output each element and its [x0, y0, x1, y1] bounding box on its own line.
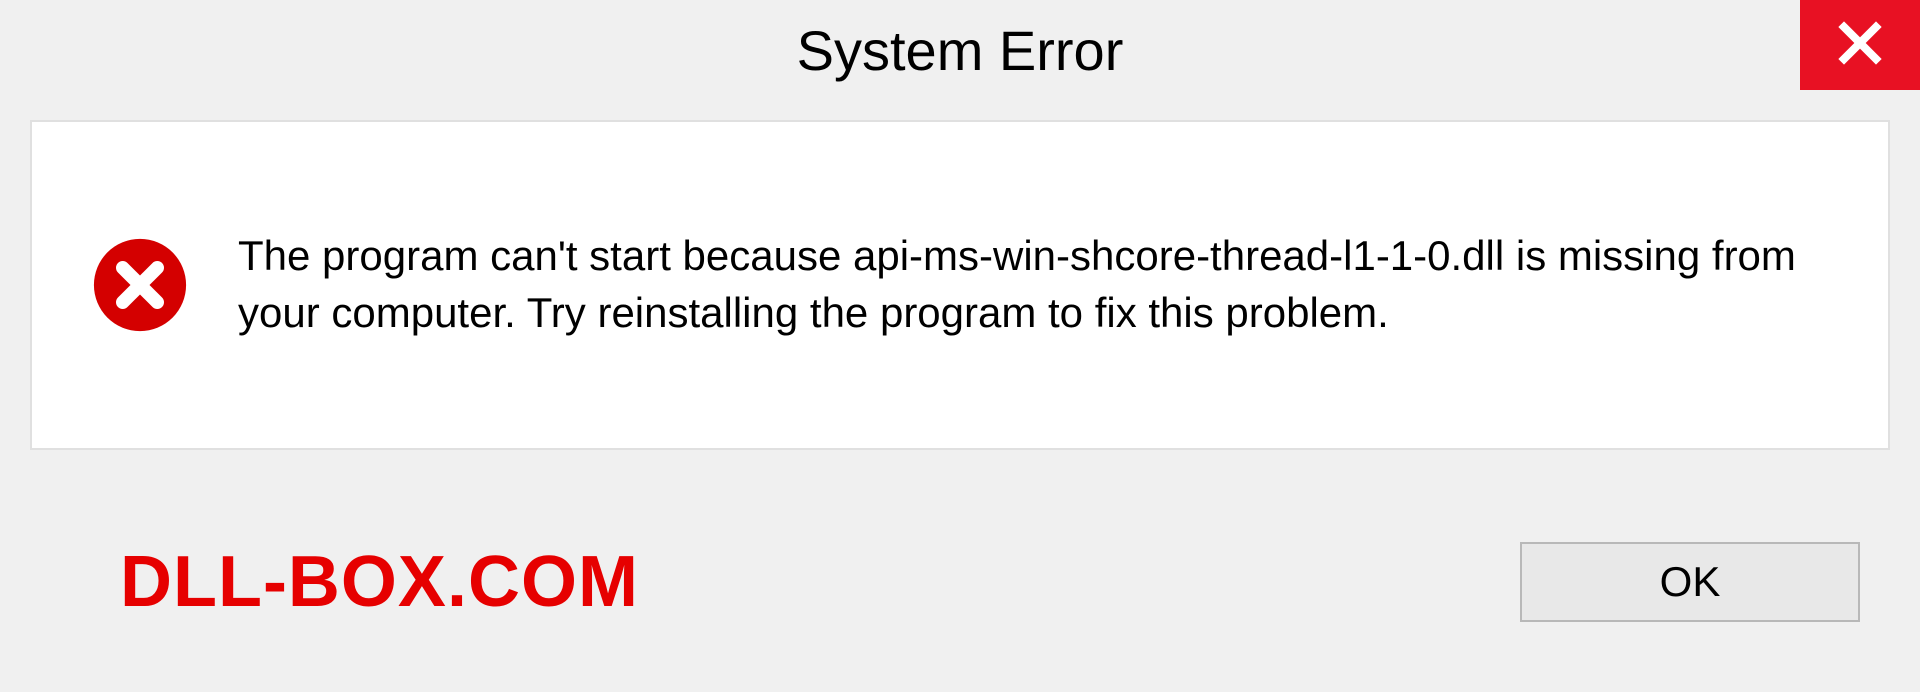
dialog-footer: DLL-BOX.COM OK [0, 492, 1920, 692]
watermark-text: DLL-BOX.COM [120, 541, 639, 623]
close-button[interactable] [1800, 0, 1920, 90]
error-icon [92, 237, 188, 333]
dialog-content: The program can't start because api-ms-w… [30, 120, 1890, 450]
dialog-title: System Error [797, 18, 1124, 83]
ok-button[interactable]: OK [1520, 542, 1860, 622]
error-message: The program can't start because api-ms-w… [238, 228, 1828, 341]
titlebar: System Error [0, 0, 1920, 100]
close-icon [1836, 19, 1884, 72]
